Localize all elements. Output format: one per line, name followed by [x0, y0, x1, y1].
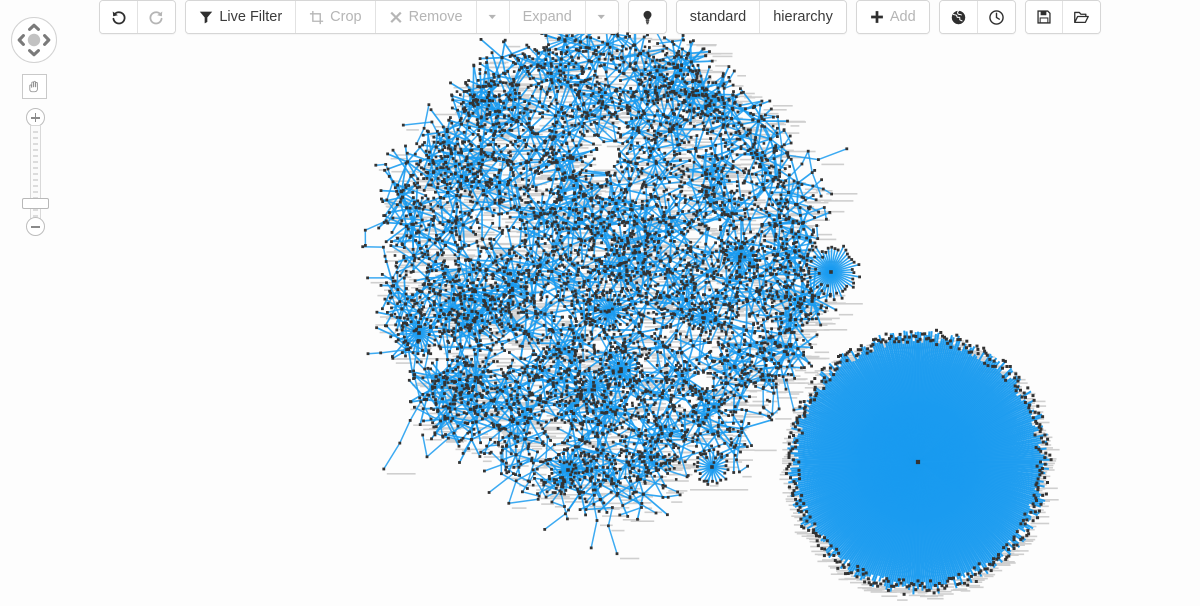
zoom-slider-handle[interactable]	[22, 198, 49, 210]
layout-standard-button-label: standard	[689, 8, 747, 25]
remove-button-label: Remove	[408, 8, 463, 25]
add-button[interactable]: Add	[856, 1, 929, 33]
clock-icon	[988, 9, 1004, 25]
lightbulb-icon	[640, 10, 655, 25]
hand-icon	[29, 80, 38, 93]
zoom-tick	[33, 191, 38, 193]
live-filter-button[interactable]: Live Filter	[186, 1, 297, 33]
layout-standard-button[interactable]: standard	[676, 1, 761, 33]
plus-icon	[870, 10, 884, 24]
zoom-tick	[33, 131, 38, 133]
remove-button[interactable]: Remove	[375, 1, 477, 33]
zoom-tick	[33, 167, 38, 169]
layout-hierarchy-button[interactable]: hierarchy	[760, 1, 846, 33]
crop-icon	[309, 10, 324, 25]
toolbar-group-view	[938, 0, 1016, 34]
pan-tool-button[interactable]	[22, 74, 47, 99]
toolbar-group-history	[99, 0, 177, 34]
zoom-tick	[33, 209, 38, 211]
expand-dropdown-button[interactable]	[585, 1, 618, 33]
remove-icon	[389, 10, 403, 24]
undo-button[interactable]	[100, 1, 139, 33]
live-filter-button-label: Live Filter	[219, 8, 283, 25]
plus-icon	[31, 113, 40, 122]
network-graph	[361, 12, 1060, 601]
navigation-controls	[8, 16, 64, 236]
zoom-tick	[33, 161, 38, 163]
graph-canvas[interactable]	[0, 0, 1200, 606]
timeline-button[interactable]	[977, 1, 1015, 33]
chevron-down-icon	[487, 11, 499, 23]
folder-open-icon	[1073, 10, 1089, 25]
chevron-down-icon	[596, 11, 608, 23]
toolbar-group-highlight	[627, 0, 667, 34]
zoom-tick	[33, 137, 38, 139]
zoom-out-button[interactable]	[26, 217, 45, 236]
toolbar-group-layout: standard hierarchy	[675, 0, 847, 34]
redo-button[interactable]	[138, 1, 176, 33]
zoom-tick	[33, 185, 38, 187]
save-icon	[1037, 10, 1051, 24]
layout-hierarchy-button-label: hierarchy	[773, 8, 833, 25]
zoom-slider[interactable]	[20, 108, 50, 236]
save-button[interactable]	[1025, 1, 1063, 33]
lightbulb-button[interactable]	[628, 1, 666, 33]
toolbar-group-file	[1024, 0, 1101, 34]
open-button[interactable]	[1062, 1, 1100, 33]
filter-icon	[199, 10, 213, 24]
toolbar-group-selection: Live Filter Crop Remove Expand	[185, 0, 619, 34]
undo-icon	[111, 10, 126, 25]
graph-explorer-app: Live Filter Crop Remove Expand standard hiera…	[0, 0, 1200, 606]
zoom-tick	[33, 155, 38, 157]
globe-icon	[951, 9, 966, 25]
minus-icon	[31, 222, 40, 231]
remove-dropdown-button[interactable]	[476, 1, 510, 33]
zoom-tick	[33, 149, 38, 151]
zoom-tick	[33, 143, 38, 145]
toolbar-group-add: Add	[855, 0, 930, 34]
add-button-label: Add	[889, 8, 916, 25]
expand-button-label: Expand	[522, 8, 572, 25]
expand-button[interactable]: Expand	[509, 1, 586, 33]
pan-navigation-pad[interactable]	[10, 16, 58, 64]
crop-button[interactable]: Crop	[296, 1, 376, 33]
zoom-tick	[33, 173, 38, 175]
crop-button-label: Crop	[330, 8, 362, 25]
redo-icon	[149, 10, 164, 25]
main-toolbar: Live Filter Crop Remove Expand standard hiera…	[0, 0, 1200, 36]
zoom-tick	[33, 179, 38, 181]
globe-button[interactable]	[939, 1, 978, 33]
